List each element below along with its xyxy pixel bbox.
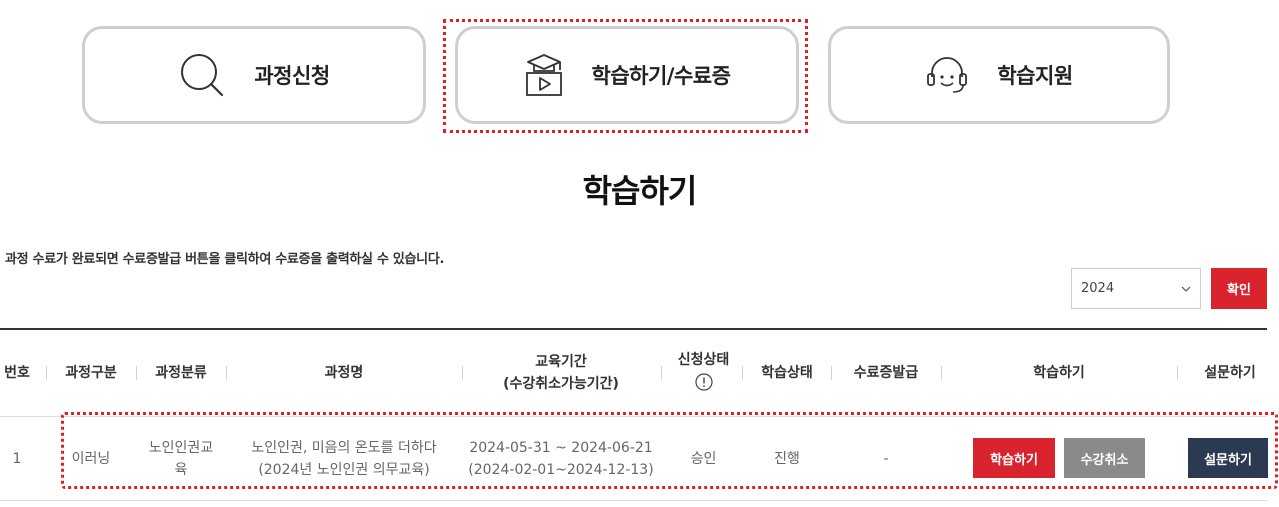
cancel-enrollment-button[interactable]: 수강취소 [1064, 438, 1145, 478]
header-category: 과정분류 [155, 365, 207, 381]
header-separator [136, 366, 137, 380]
header-separator [46, 366, 47, 380]
cell-course-name-line1: 노인인권, 미음의 온도를 더하다 [251, 439, 437, 456]
cell-period: 2024-05-31 ~ 2024-06-21 (2024-02-01~2024… [466, 417, 656, 500]
cell-course-name-line2: (2024년 노인인권 의무교육) [258, 461, 430, 478]
cell-category-line1: 노인인권교 [148, 439, 214, 456]
header-study: 학습하기 [1033, 365, 1085, 381]
nav-card-learning-support[interactable]: 학습지원 [828, 26, 1170, 124]
survey-button[interactable]: 설문하기 [1188, 438, 1268, 478]
nav-card-label: 과정신청 [254, 64, 330, 88]
nav-card-label: 학습하기/수료증 [591, 64, 731, 88]
search-icon [178, 51, 226, 99]
header-period: 교육기간 (수강취소가능기간) [466, 330, 656, 416]
header-no: 번호 [4, 365, 30, 381]
cell-category-line2: 육 [174, 461, 188, 478]
info-icon[interactable] [694, 372, 713, 398]
cell-course-name: 노인인권, 미음의 온도를 더하다 (2024년 노인인권 의무교육) [230, 417, 458, 500]
cell-no: 1 [12, 450, 22, 467]
nav-card-study-certificate[interactable]: 학습하기/수료증 [455, 26, 799, 124]
header-period-line2: (수강취소가능기간) [503, 376, 619, 392]
certificate-notice: 과정 수료가 완료되면 수료증발급 버튼을 클릭하여 수료증을 출력하실 수 있… [5, 252, 445, 267]
header-separator [742, 366, 743, 380]
year-select[interactable]: 2024 [1071, 268, 1201, 309]
cell-category: 노인인권교 육 [140, 417, 222, 500]
header-separator [1177, 366, 1178, 380]
nav-card-label: 학습지원 [997, 64, 1073, 88]
header-separator [661, 366, 662, 380]
table-bottom-border [0, 500, 1267, 501]
header-study-status: 학습상태 [761, 365, 813, 381]
nav-card-course-apply[interactable]: 과정신청 [82, 26, 426, 124]
cell-period-line1: 2024-05-31 ~ 2024-06-21 [469, 439, 653, 456]
header-separator [226, 366, 227, 380]
headset-icon [925, 55, 969, 95]
cell-certificate: - [883, 450, 889, 467]
header-course-name: 과정명 [324, 365, 364, 381]
page-title: 학습하기 [582, 172, 698, 210]
header-separator [462, 366, 463, 380]
confirm-button[interactable]: 확인 [1211, 268, 1267, 309]
header-separator [831, 366, 832, 380]
cell-course-type: 이러닝 [71, 450, 111, 467]
header-apply-status-label: 신청상태 [677, 351, 730, 368]
cell-study-status: 진행 [774, 450, 800, 467]
header-period-line1: 교육기간 [535, 354, 587, 370]
header-certificate: 수료증발급 [853, 365, 919, 381]
header-apply-status: 신청상태 [665, 330, 742, 416]
year-select-value: 2024 [1081, 281, 1115, 296]
cell-period-line2: (2024-02-01~2024-12-13) [468, 461, 654, 478]
header-survey: 설문하기 [1204, 365, 1256, 381]
study-button[interactable]: 학습하기 [973, 438, 1055, 478]
graduation-video-icon [524, 53, 564, 97]
chevron-down-icon [1180, 283, 1192, 299]
cell-apply-status: 승인 [690, 450, 717, 467]
header-course-type: 과정구분 [65, 365, 117, 381]
header-separator [941, 366, 942, 380]
